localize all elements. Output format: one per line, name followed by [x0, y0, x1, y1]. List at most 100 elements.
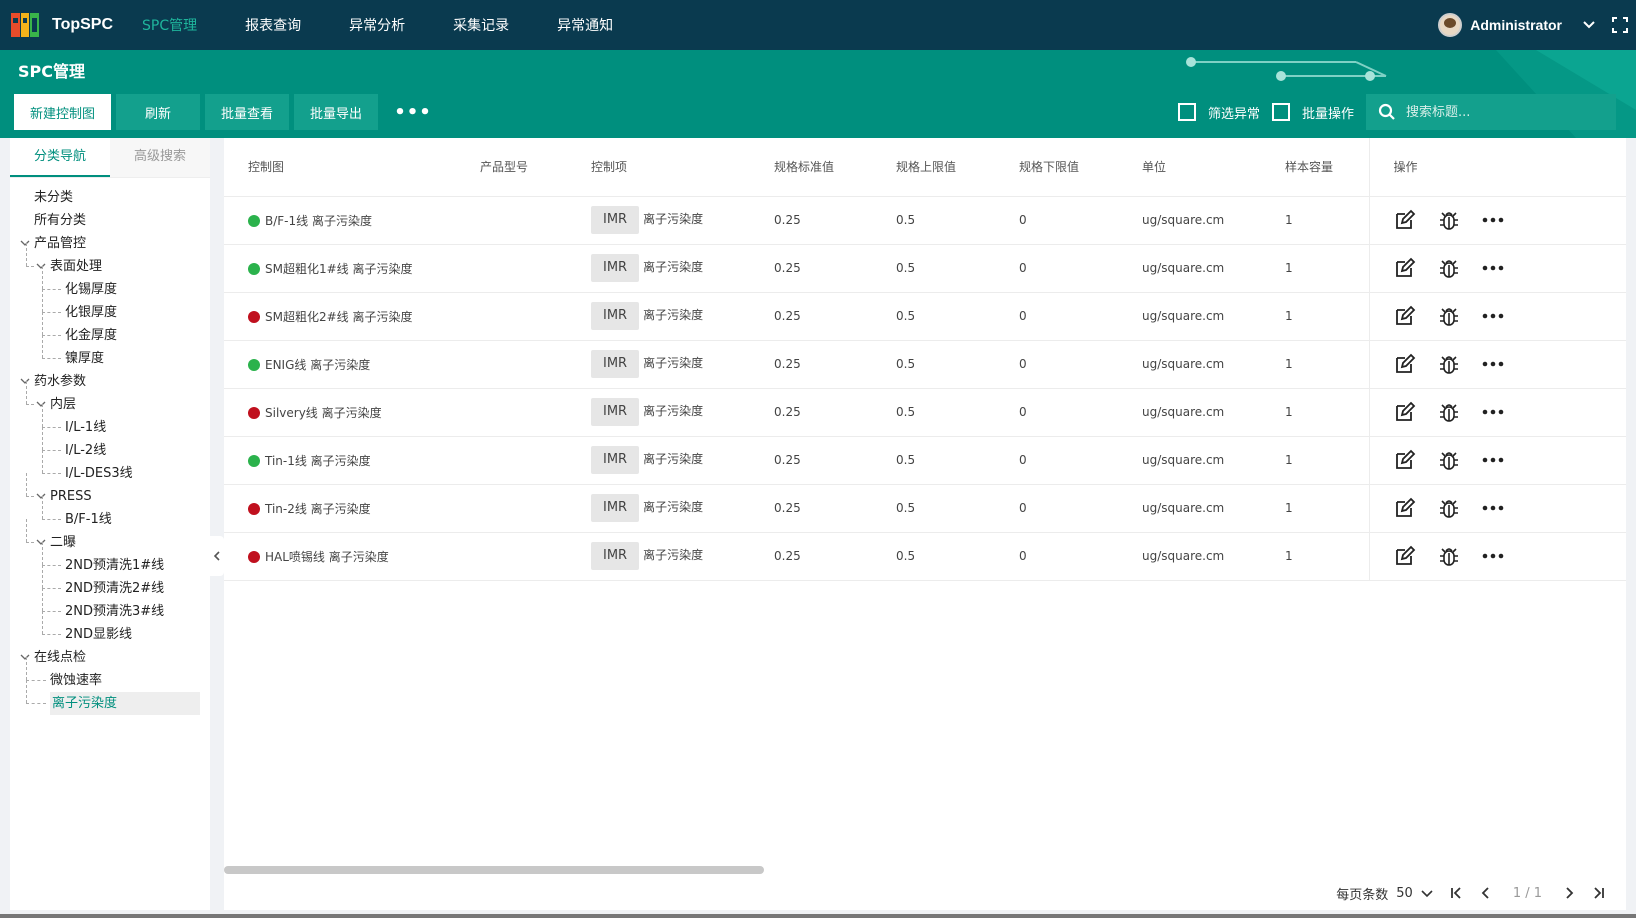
more-actions-button[interactable]: •••: [383, 94, 443, 130]
nav-report-query[interactable]: 报表查询: [245, 15, 301, 35]
tab-category-nav[interactable]: 分类导航: [10, 138, 110, 177]
edit-icon[interactable]: [1394, 497, 1416, 519]
new-chart-button[interactable]: 新建控制图: [14, 94, 112, 130]
tree-node[interactable]: 药水参数: [10, 370, 210, 393]
edit-icon[interactable]: [1394, 305, 1416, 327]
chart-name-cell[interactable]: Silvery线 离子污染度: [224, 388, 456, 437]
more-icon[interactable]: [1482, 545, 1504, 567]
bug-icon[interactable]: [1438, 401, 1460, 423]
last-page-icon[interactable]: [1592, 886, 1606, 900]
filter-abnormal-checkbox[interactable]: 筛选异常: [1177, 103, 1260, 122]
bug-icon[interactable]: [1438, 497, 1460, 519]
nav-collection-records[interactable]: 采集记录: [453, 15, 509, 35]
chart-name-cell[interactable]: SM超粗化2#线 离子污染度: [224, 292, 456, 341]
table-row[interactable]: Tin-1线 离子污染度 IMR 离子污染度 0.25 0.5 0 ug/square.cm…: [224, 436, 1626, 485]
more-icon[interactable]: [1482, 497, 1504, 519]
tree-node[interactable]: 在线点检: [10, 646, 210, 669]
tree-node[interactable]: 2ND预清洗2#线: [10, 565, 210, 600]
tree-node[interactable]: I/L-2线: [10, 427, 210, 462]
horizontal-scrollbar[interactable]: [224, 866, 764, 874]
edit-icon[interactable]: [1394, 545, 1416, 567]
col-header-unit[interactable]: 单位: [1118, 138, 1261, 197]
bug-icon[interactable]: [1438, 257, 1460, 279]
chart-name-cell[interactable]: Tin-2线 离子污染度: [224, 484, 456, 533]
tree-node[interactable]: 镍厚度: [10, 335, 210, 370]
col-header-usl[interactable]: 规格上限值: [872, 138, 995, 197]
table-row[interactable]: Silvery线 离子污染度 IMR 离子污染度 0.25 0.5 0 ug/square.…: [224, 388, 1626, 437]
chevron-down-icon[interactable]: [20, 376, 30, 386]
edit-icon[interactable]: [1394, 353, 1416, 375]
chart-name-cell[interactable]: Tin-1线 离子污染度: [224, 436, 456, 485]
tree-node[interactable]: 内层: [10, 381, 210, 416]
more-icon[interactable]: [1482, 401, 1504, 423]
chevron-down-icon[interactable]: [36, 537, 46, 547]
chevron-down-icon[interactable]: [20, 238, 30, 248]
tree-node[interactable]: 2ND预清洗3#线: [10, 588, 210, 623]
refresh-button[interactable]: 刷新: [116, 94, 201, 130]
edit-icon[interactable]: [1394, 257, 1416, 279]
tab-advanced-search[interactable]: 高级搜索: [110, 138, 210, 177]
tree-node[interactable]: 二曝: [10, 519, 210, 554]
table-row[interactable]: SM超粗化1#线 离子污染度 IMR 离子污染度 0.25 0.5 0 ug/square.…: [224, 244, 1626, 293]
table-row[interactable]: HAL喷锡线 离子污染度 IMR 离子污染度 0.25 0.5 0 ug/square.cm…: [224, 532, 1626, 581]
chevron-down-icon[interactable]: [36, 399, 46, 409]
table-row[interactable]: Tin-2线 离子污染度 IMR 离子污染度 0.25 0.5 0 ug/square.cm…: [224, 484, 1626, 533]
user-menu[interactable]: Administrator: [1438, 0, 1636, 50]
collapse-sidebar-button[interactable]: [210, 536, 224, 576]
edit-icon[interactable]: [1394, 449, 1416, 471]
tree-node[interactable]: 2ND预清洗1#线: [10, 542, 210, 577]
more-icon[interactable]: [1482, 353, 1504, 375]
tree-node[interactable]: 化银厚度: [10, 289, 210, 324]
batch-export-button[interactable]: 批量导出: [294, 94, 379, 130]
tree-node[interactable]: I/L-1线: [10, 404, 210, 439]
more-icon[interactable]: [1482, 449, 1504, 471]
table-row[interactable]: ENIG线 离子污染度 IMR 离子污染度 0.25 0.5 0 ug/square.cm 1: [224, 340, 1626, 389]
per-page-select[interactable]: 50: [1396, 886, 1433, 901]
col-header-control-item[interactable]: 控制项: [567, 138, 750, 197]
nav-anomaly-notice[interactable]: 异常通知: [557, 15, 613, 35]
nav-spc-management[interactable]: SPC管理: [142, 15, 197, 35]
chevron-down-icon[interactable]: [36, 491, 46, 501]
chevron-down-icon[interactable]: [1582, 18, 1596, 32]
tree-node[interactable]: I/L-DES3线: [10, 450, 210, 485]
chevron-down-icon[interactable]: [20, 652, 30, 662]
edit-icon[interactable]: [1394, 209, 1416, 231]
batch-operation-checkbox[interactable]: 批量操作: [1271, 103, 1354, 122]
bug-icon[interactable]: [1438, 353, 1460, 375]
bug-icon[interactable]: [1438, 545, 1460, 567]
col-header-lsl[interactable]: 规格下限值: [995, 138, 1118, 197]
chart-name-cell[interactable]: SM超粗化1#线 离子污染度: [224, 244, 456, 293]
checkbox-box[interactable]: [1177, 103, 1196, 121]
tree-node[interactable]: 表面处理: [10, 243, 210, 278]
search-input[interactable]: [1406, 104, 1606, 120]
tree-node[interactable]: 未分类: [10, 186, 210, 209]
table-row[interactable]: SM超粗化2#线 离子污染度 IMR 离子污染度 0.25 0.5 0 ug/square.…: [224, 292, 1626, 341]
more-icon[interactable]: [1482, 209, 1504, 231]
bug-icon[interactable]: [1438, 209, 1460, 231]
edit-icon[interactable]: [1394, 401, 1416, 423]
tree-node[interactable]: 微蚀速率: [10, 657, 210, 692]
more-icon[interactable]: [1482, 305, 1504, 327]
tree-node[interactable]: 所有分类: [10, 209, 210, 232]
col-header-model[interactable]: 产品型号: [456, 138, 567, 197]
tree-node[interactable]: 产品管控: [10, 232, 210, 255]
chart-name-cell[interactable]: ENIG线 离子污染度: [224, 340, 456, 389]
col-header-sample-size[interactable]: 样本容量: [1261, 138, 1369, 197]
bug-icon[interactable]: [1438, 305, 1460, 327]
checkbox-box[interactable]: [1271, 103, 1290, 121]
first-page-icon[interactable]: [1449, 886, 1463, 900]
col-header-std[interactable]: 规格标准值: [750, 138, 872, 197]
search-icon[interactable]: [1378, 103, 1396, 121]
fullscreen-icon[interactable]: [1612, 17, 1628, 33]
table-row[interactable]: B/F-1线 离子污染度 IMR 离子污染度 0.25 0.5 0 ug/square.cm…: [224, 196, 1626, 245]
batch-view-button[interactable]: 批量查看: [205, 94, 290, 130]
tree-node[interactable]: 2ND显影线: [10, 611, 210, 646]
chevron-down-icon[interactable]: [36, 261, 46, 271]
tree-node[interactable]: 离子污染度: [10, 680, 210, 715]
app-logo[interactable]: TopSPC: [10, 10, 138, 40]
prev-page-icon[interactable]: [1479, 886, 1493, 900]
nav-anomaly-analysis[interactable]: 异常分析: [349, 15, 405, 35]
tree-node[interactable]: 化金厚度: [10, 312, 210, 347]
tree-node[interactable]: B/F-1线: [10, 496, 210, 531]
next-page-icon[interactable]: [1562, 886, 1576, 900]
